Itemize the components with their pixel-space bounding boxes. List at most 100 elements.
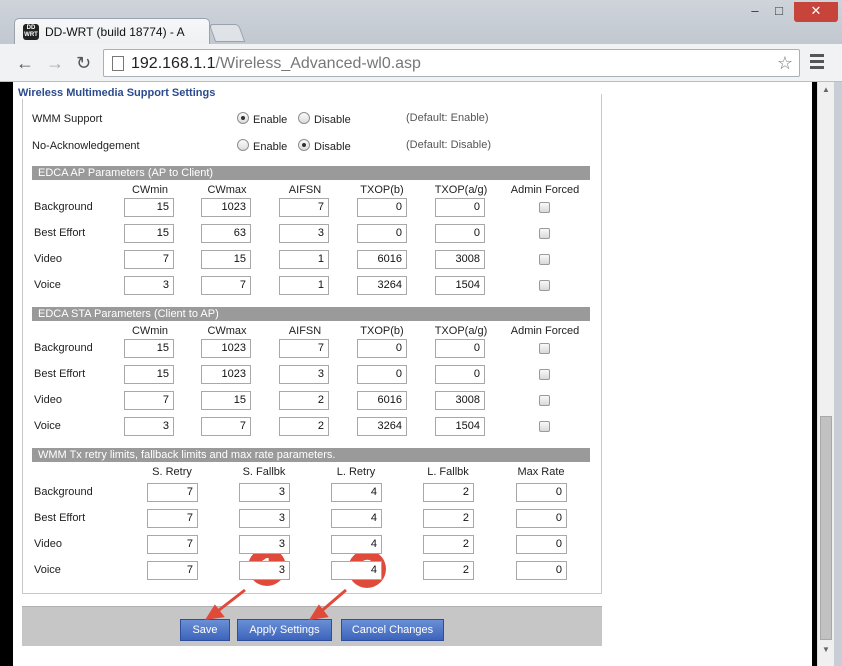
edca_ap-input[interactable]: 0 <box>435 224 485 243</box>
noack-enable-radio[interactable] <box>237 139 249 151</box>
maximize-icon[interactable]: □ <box>768 2 790 22</box>
forward-arrow-icon[interactable]: → <box>46 53 64 73</box>
scroll-down-icon[interactable]: ▼ <box>822 645 830 654</box>
retry-input[interactable]: 3 <box>239 483 290 502</box>
edca_ap-admin-forced-checkbox[interactable] <box>539 254 550 265</box>
edca_ap-input[interactable]: 0 <box>435 198 485 217</box>
edca_ap-input[interactable]: 15 <box>201 250 251 269</box>
retry-input[interactable]: 0 <box>516 509 567 528</box>
edca_ap-admin-forced-checkbox[interactable] <box>539 228 550 239</box>
retry-input[interactable]: 3 <box>239 561 290 580</box>
edca_sta-input[interactable]: 3 <box>124 417 174 436</box>
retry-input[interactable]: 7 <box>147 535 198 554</box>
edca_sta-admin-forced-checkbox[interactable] <box>539 343 550 354</box>
edca_ap-input[interactable]: 7 <box>201 276 251 295</box>
edca_ap-input[interactable]: 3 <box>124 276 174 295</box>
retry-row-label: Best Effort <box>34 512 86 524</box>
edca_ap-row-label: Best Effort <box>34 227 86 239</box>
edca_ap-input[interactable]: 15 <box>124 198 174 217</box>
retry-input[interactable]: 4 <box>331 535 382 554</box>
edca_ap-input[interactable]: 6016 <box>357 250 407 269</box>
edca_sta-admin-forced-checkbox[interactable] <box>539 395 550 406</box>
noack-disable-radio[interactable] <box>298 139 310 151</box>
edca_ap-input[interactable]: 0 <box>357 224 407 243</box>
edca_sta-input[interactable]: 7 <box>279 339 329 358</box>
edca_ap-col-4: TXOP(a/g) <box>434 184 488 196</box>
scroll-up-icon[interactable]: ▲ <box>822 85 830 94</box>
retry-input[interactable]: 4 <box>331 561 382 580</box>
edca_sta-input[interactable]: 7 <box>201 417 251 436</box>
retry-input[interactable]: 7 <box>147 483 198 502</box>
edca_sta-input[interactable]: 6016 <box>357 391 407 410</box>
retry-input[interactable]: 2 <box>423 509 474 528</box>
edca_sta-input[interactable]: 3008 <box>435 391 485 410</box>
retry-input[interactable]: 3 <box>239 509 290 528</box>
save-button[interactable]: Save <box>180 619 230 641</box>
edca_sta-admin-forced-checkbox[interactable] <box>539 369 550 380</box>
edca_ap-admin-forced-checkbox[interactable] <box>539 280 550 291</box>
wmm-support-disable-radio[interactable] <box>298 112 310 124</box>
close-icon[interactable]: ✕ <box>794 2 838 22</box>
edca_sta-col-0: CWmin <box>131 325 169 337</box>
retry-input[interactable]: 7 <box>147 561 198 580</box>
retry-input[interactable]: 0 <box>516 483 567 502</box>
edca_ap-input[interactable]: 15 <box>124 224 174 243</box>
edca_sta-col-4: TXOP(a/g) <box>434 325 488 337</box>
vertical-scrollbar[interactable]: ▲ ▼ <box>817 82 834 666</box>
reload-icon[interactable]: ↻ <box>76 53 91 73</box>
edca_ap-input[interactable]: 63 <box>201 224 251 243</box>
new-tab-button[interactable] <box>208 24 246 42</box>
edca_ap-admin-forced-checkbox[interactable] <box>539 202 550 213</box>
edca_sta-input[interactable]: 0 <box>435 365 485 384</box>
browser-titlebar: DD WRT DD-WRT (build 18774) - A – □ ✕ <box>0 0 842 45</box>
bookmark-star-icon[interactable]: ☆ <box>777 53 793 74</box>
edca_ap-input[interactable]: 1 <box>279 250 329 269</box>
edca_sta-input[interactable]: 1023 <box>201 365 251 384</box>
edca_sta-input[interactable]: 7 <box>124 391 174 410</box>
retry-input[interactable]: 3 <box>239 535 290 554</box>
noack-enable-label: Enable <box>253 141 288 153</box>
edca_sta-input[interactable]: 2 <box>279 391 329 410</box>
scroll-thumb[interactable] <box>820 416 832 640</box>
edca_ap-input[interactable]: 3264 <box>357 276 407 295</box>
retry-input[interactable]: 4 <box>331 509 382 528</box>
browser-tab[interactable]: DD WRT DD-WRT (build 18774) - A <box>14 18 210 45</box>
url-text[interactable]: 192.168.1.1/Wireless_Advanced-wl0.asp <box>131 55 421 73</box>
edca_ap-input[interactable]: 1023 <box>201 198 251 217</box>
page-icon <box>112 56 124 71</box>
retry-input[interactable]: 0 <box>516 561 567 580</box>
retry-row-label: Background <box>34 486 93 498</box>
edca_ap-input[interactable]: 1504 <box>435 276 485 295</box>
edca_sta-input[interactable]: 15 <box>124 339 174 358</box>
retry-input[interactable]: 0 <box>516 535 567 554</box>
edca_sta-input[interactable]: 0 <box>357 339 407 358</box>
edca_sta-input[interactable]: 15 <box>201 391 251 410</box>
edca_sta-input[interactable]: 15 <box>124 365 174 384</box>
edca_sta-input[interactable]: 0 <box>357 365 407 384</box>
edca_ap-input[interactable]: 1 <box>279 276 329 295</box>
edca_sta-input[interactable]: 0 <box>435 339 485 358</box>
retry-input[interactable]: 2 <box>423 483 474 502</box>
edca_ap-input[interactable]: 3008 <box>435 250 485 269</box>
retry-input[interactable]: 7 <box>147 509 198 528</box>
edca_sta-input[interactable]: 3 <box>279 365 329 384</box>
hamburger-menu-icon[interactable] <box>810 54 824 72</box>
back-arrow-icon[interactable]: ← <box>16 53 34 73</box>
edca_sta-input[interactable]: 1023 <box>201 339 251 358</box>
edca_ap-input[interactable]: 0 <box>357 198 407 217</box>
apply-settings-button[interactable]: Apply Settings <box>237 619 332 641</box>
edca_ap-input[interactable]: 3 <box>279 224 329 243</box>
edca_ap-input[interactable]: 7 <box>279 198 329 217</box>
retry-input[interactable]: 4 <box>331 483 382 502</box>
address-bar[interactable]: 192.168.1.1/Wireless_Advanced-wl0.asp ☆ <box>103 49 800 77</box>
retry-input[interactable]: 2 <box>423 561 474 580</box>
edca_sta-input[interactable]: 3264 <box>357 417 407 436</box>
edca_sta-input[interactable]: 1504 <box>435 417 485 436</box>
edca_sta-admin-forced-checkbox[interactable] <box>539 421 550 432</box>
cancel-changes-button[interactable]: Cancel Changes <box>341 619 444 641</box>
edca_ap-input[interactable]: 7 <box>124 250 174 269</box>
edca_sta-input[interactable]: 2 <box>279 417 329 436</box>
wmm-support-enable-radio[interactable] <box>237 112 249 124</box>
minimize-icon[interactable]: – <box>744 2 766 22</box>
retry-input[interactable]: 2 <box>423 535 474 554</box>
